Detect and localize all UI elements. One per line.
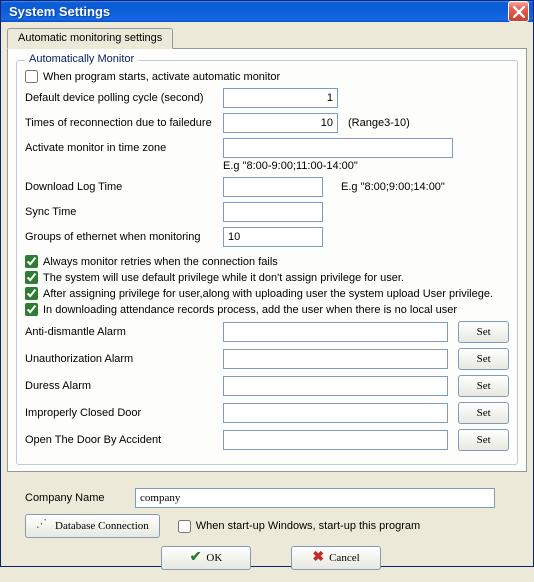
label-sync-time: Sync Time bbox=[25, 206, 223, 218]
titlebar: System Settings bbox=[1, 1, 533, 22]
database-connection-label: Database Connection bbox=[55, 520, 149, 532]
label-download-log-time: Download Log Time bbox=[25, 181, 223, 193]
x-icon: ✖ bbox=[312, 551, 324, 565]
label-unauthorization: Unauthorization Alarm bbox=[25, 353, 223, 365]
tabstrip: Automatic monitoring settings bbox=[7, 28, 527, 49]
checkbox-add-user-on-download[interactable] bbox=[25, 303, 38, 316]
label-improperly-closed: Improperly Closed Door bbox=[25, 407, 223, 419]
checkbox-activate-on-start-label: When program starts, activate automatic … bbox=[43, 71, 280, 83]
label-reconnect-times: Times of reconnection due to failedure bbox=[25, 117, 223, 129]
checkbox-upload-privilege[interactable] bbox=[25, 287, 38, 300]
input-improperly-closed[interactable] bbox=[223, 403, 448, 423]
input-sync-time[interactable] bbox=[223, 202, 323, 222]
set-duress-button[interactable]: Set bbox=[458, 375, 509, 397]
set-improperly-closed-button[interactable]: Set bbox=[458, 402, 509, 424]
label-ethernet-groups: Groups of ethernet when monitoring bbox=[25, 231, 223, 243]
hint-reconnect-range: (Range3-10) bbox=[348, 117, 410, 129]
system-settings-window: System Settings Automatic monitoring set… bbox=[0, 0, 534, 567]
set-unauthorization-button[interactable]: Set bbox=[458, 348, 509, 370]
bottom-panel: Company Name Database Connection When st… bbox=[7, 472, 527, 576]
tab-automatic-monitoring[interactable]: Automatic monitoring settings bbox=[7, 28, 173, 49]
close-button[interactable] bbox=[508, 1, 529, 22]
label-timezone: Activate monitor in time zone bbox=[25, 142, 223, 154]
hint-download-log-time: E.g "8:00;9:00;14:00" bbox=[341, 181, 445, 193]
checkbox-upload-privilege-label: After assigning privilege for user,along… bbox=[43, 288, 493, 300]
checkbox-retry-on-fail[interactable] bbox=[25, 255, 38, 268]
cancel-label: Cancel bbox=[329, 552, 360, 564]
checkbox-default-privilege[interactable] bbox=[25, 271, 38, 284]
label-open-by-accident: Open The Door By Accident bbox=[25, 434, 223, 446]
cancel-button[interactable]: ✖ Cancel bbox=[291, 546, 381, 570]
input-unauthorization[interactable] bbox=[223, 349, 448, 369]
label-duress: Duress Alarm bbox=[25, 380, 223, 392]
input-timezone[interactable] bbox=[223, 138, 453, 158]
check-icon: ✔ bbox=[190, 551, 202, 565]
input-ethernet-groups[interactable] bbox=[223, 227, 323, 247]
input-duress[interactable] bbox=[223, 376, 448, 396]
checkbox-startup-windows-label: When start-up Windows, start-up this pro… bbox=[196, 520, 420, 532]
database-connection-button[interactable]: Database Connection bbox=[25, 514, 160, 538]
label-polling-cycle: Default device polling cycle (second) bbox=[25, 92, 223, 104]
hint-timezone: E.g "8:00-9:00;11:00-14:00" bbox=[223, 160, 509, 172]
client-area: Automatic monitoring settings Automatica… bbox=[1, 22, 533, 582]
label-anti-dismantle: Anti-dismantle Alarm bbox=[25, 326, 223, 338]
input-polling-cycle[interactable] bbox=[223, 88, 338, 108]
set-anti-dismantle-button[interactable]: Set bbox=[458, 321, 509, 343]
checkbox-add-user-on-download-label: In downloading attendance records proces… bbox=[43, 304, 457, 316]
checkbox-activate-on-start[interactable] bbox=[25, 70, 38, 83]
window-title: System Settings bbox=[9, 4, 508, 19]
ok-button[interactable]: ✔ OK bbox=[161, 546, 251, 570]
group-auto-monitor: Automatically Monitor When program start… bbox=[16, 60, 518, 465]
label-company-name: Company Name bbox=[25, 492, 135, 504]
set-open-by-accident-button[interactable]: Set bbox=[458, 429, 509, 451]
tab-panel: Automatically Monitor When program start… bbox=[7, 48, 527, 472]
checkbox-default-privilege-label: The system will use default privilege wh… bbox=[43, 272, 404, 284]
ok-label: OK bbox=[206, 552, 222, 564]
input-company-name[interactable] bbox=[135, 488, 495, 508]
input-reconnect-times[interactable] bbox=[223, 113, 338, 133]
database-icon bbox=[36, 520, 50, 532]
close-icon bbox=[513, 6, 525, 18]
checkbox-startup-windows[interactable] bbox=[178, 520, 191, 533]
input-anti-dismantle[interactable] bbox=[223, 322, 448, 342]
checkbox-retry-on-fail-label: Always monitor retries when the connecti… bbox=[43, 256, 278, 268]
group-title: Automatically Monitor bbox=[25, 53, 138, 65]
input-open-by-accident[interactable] bbox=[223, 430, 448, 450]
input-download-log-time[interactable] bbox=[223, 177, 323, 197]
